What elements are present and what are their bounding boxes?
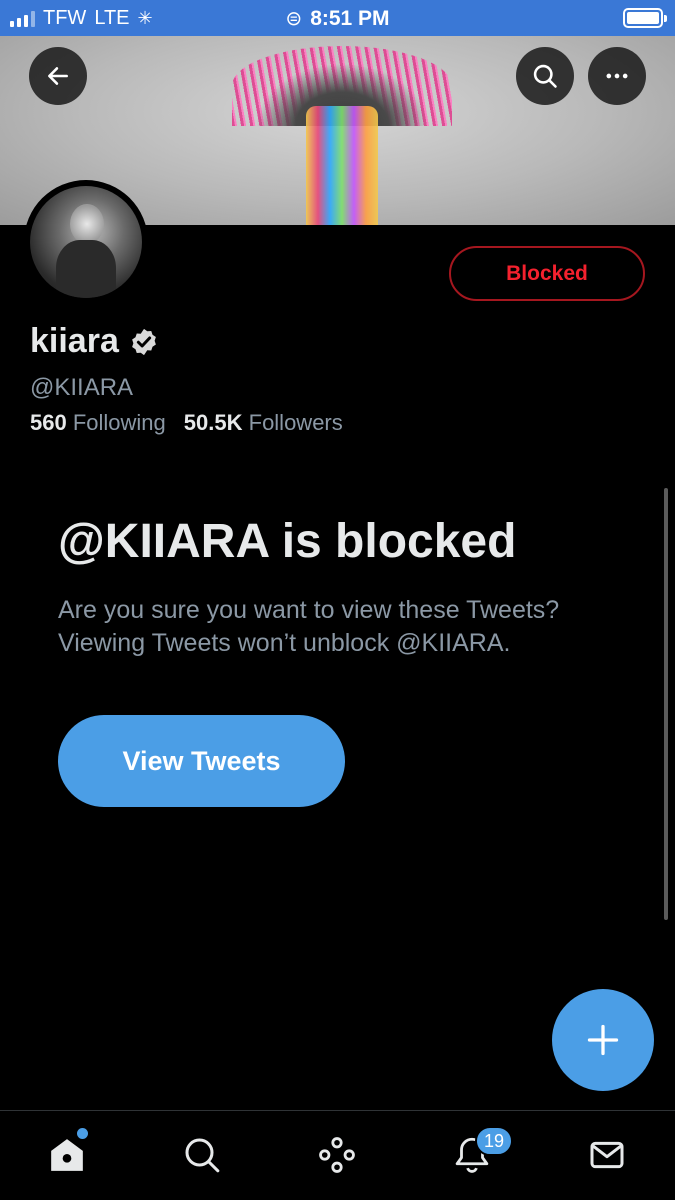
- more-button[interactable]: [588, 47, 646, 105]
- profile-name-row: kiiara: [30, 322, 159, 361]
- more-icon: [606, 73, 628, 79]
- avatar-image: [30, 186, 142, 298]
- view-tweets-button[interactable]: View Tweets: [58, 715, 345, 807]
- scrollbar[interactable]: [664, 488, 668, 920]
- banner-art-drip: [306, 106, 378, 225]
- battery-icon: [623, 8, 667, 28]
- status-bar: TFW LTE ✳ ⊜ 8:51 PM: [0, 0, 675, 36]
- blocked-button[interactable]: Blocked: [449, 246, 645, 301]
- following-count: 560: [30, 410, 67, 435]
- following-stat[interactable]: 560 Following: [30, 410, 166, 436]
- mail-icon: [590, 1141, 624, 1169]
- tab-spaces[interactable]: [315, 1133, 359, 1177]
- followers-label: Followers: [248, 410, 343, 435]
- avatar[interactable]: [24, 180, 148, 304]
- blocked-notice-title: @KIIARA is blocked: [58, 515, 517, 568]
- blocked-notice-description: Are you sure you want to view these Twee…: [58, 596, 560, 657]
- search-icon: [533, 64, 557, 88]
- followers-count: 50.5K: [183, 410, 243, 435]
- compose-plus-icon: [587, 1024, 619, 1056]
- followers-stat[interactable]: 50.5K Followers: [184, 410, 343, 436]
- home-unread-dot: [77, 1128, 88, 1139]
- tab-bar: [0, 1110, 675, 1200]
- search-button[interactable]: [516, 47, 574, 105]
- spaces-icon: [319, 1137, 355, 1173]
- profile-handle: @KIIARA: [30, 374, 134, 401]
- status-center: ⊜ 8:51 PM: [0, 6, 675, 31]
- tab-home[interactable]: [45, 1133, 89, 1177]
- search-tab-icon: [185, 1138, 220, 1173]
- profile-stats: 560 Following 50.5K Followers: [30, 410, 343, 436]
- notifications-badge: 19: [475, 1126, 513, 1156]
- verified-icon: [131, 328, 156, 355]
- link-icon: ⊜: [285, 8, 303, 30]
- compose-tweet-button[interactable]: [552, 989, 654, 1091]
- back-arrow-icon: [48, 67, 68, 85]
- home-icon: [51, 1139, 83, 1171]
- time-label: 8:51 PM: [310, 7, 390, 30]
- back-button[interactable]: [29, 47, 87, 105]
- profile-name: kiiara: [30, 322, 119, 360]
- tab-messages[interactable]: [585, 1133, 629, 1177]
- following-label: Following: [72, 410, 166, 435]
- tab-search[interactable]: [180, 1133, 224, 1177]
